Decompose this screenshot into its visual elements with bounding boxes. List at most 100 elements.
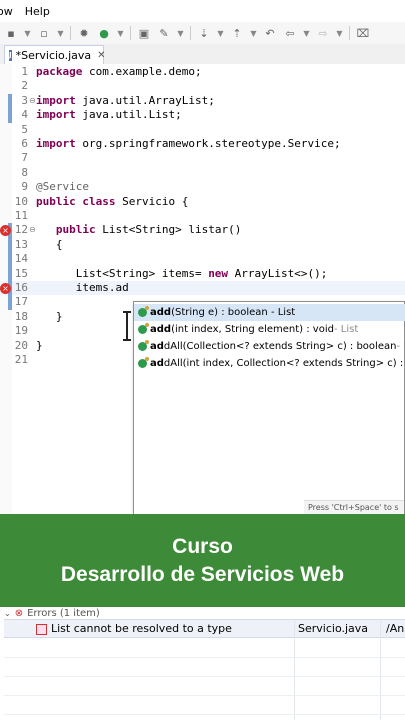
line-number: 5 [21,122,28,136]
line-number: 19 [14,324,28,338]
pin-editor-icon[interactable]: ⌧ [356,26,370,40]
menu-window[interactable]: ow [0,5,27,18]
chevron-down-icon[interactable]: ▼ [336,26,343,40]
code-line[interactable]: 8 [0,166,405,180]
keyword-token: public [55,223,96,237]
java-file-icon: J [9,49,12,61]
line-number: 1 [21,65,28,78]
keyword-token: import [36,93,76,107]
code-text: import java.util.ArrayList; [36,94,215,108]
tab-servicio-java[interactable]: J *Servicio.java ✕ [4,45,106,64]
code-text: @Service [36,180,89,194]
code-token: List<String> items= [36,266,209,280]
problem-resource: Servicio.java [298,622,369,635]
error-marker-icon[interactable]: × [0,224,11,236]
fold-toggle-icon[interactable]: ⊖ [29,96,36,105]
code-text: import org.springframework.stereotype.Se… [36,137,341,151]
code-line[interactable]: 2 [0,79,405,93]
menu-bar: ow Help [0,0,405,22]
code-editor[interactable]: 1 package com.example.demo; 2 3 import java.… [0,64,405,515]
next-annotation-icon[interactable]: ⇣ [197,26,211,40]
content-assist-item[interactable]: ad dAll(Collection<? extends String> c) :… [134,338,405,355]
print-icon[interactable]: ▫ [37,26,51,40]
chevron-down-icon[interactable]: ⌄ [4,609,11,618]
code-token: items.ad [36,281,129,294]
course-banner: Curso Desarrollo de Servicios Web [0,514,405,607]
line-number: 2 [21,79,28,93]
method-icon [138,357,149,368]
chevron-down-icon[interactable]: ▼ [57,26,64,40]
line-number: 8 [21,165,28,179]
last-edit-icon[interactable]: ↶ [263,26,277,40]
code-line[interactable]: 3 import java.util.ArrayList; [0,94,405,108]
code-line[interactable]: 15 List<String> items= new ArrayList<>()… [0,267,405,281]
back-icon[interactable]: ⇦ [283,26,297,40]
code-line[interactable]: 4 import java.util.List; [0,108,405,122]
keyword-token: import [36,108,76,122]
table-row [4,676,405,677]
code-text: List<String> items= new ArrayList<>(); [36,266,328,281]
text-cursor-icon [123,311,131,341]
table-row [4,714,405,715]
code-line[interactable]: 9 @Service [0,180,405,194]
problems-group-header[interactable]: ⌄ ⊗ Errors (1 item) [4,607,100,619]
table-row [4,695,405,696]
close-icon[interactable]: ✕ [97,50,105,61]
chevron-down-icon[interactable]: ▼ [250,26,257,40]
code-line[interactable]: 16 items.ad [0,281,405,296]
content-assist-item[interactable]: ad dAll(int index, Collection<? extends S… [134,355,405,372]
chevron-down-icon[interactable]: ▼ [217,26,224,40]
problem-description: List cannot be resolved to a type [36,620,232,639]
code-line[interactable]: 7 [0,151,405,165]
code-line[interactable]: 10 public class Servicio { [0,195,405,209]
code-line[interactable]: 5 [0,123,405,137]
chevron-down-icon[interactable]: ▼ [117,26,124,40]
debug-icon[interactable]: ✹ [77,26,91,40]
code-line[interactable]: 11 [0,209,405,223]
code-text: public class Servicio { [36,195,188,209]
banner-line-2: Desarrollo de Servicios Web [60,562,345,586]
code-text: public List<String> listar() [36,223,241,237]
keyword-token: import [36,137,76,150]
code-line[interactable]: 6 import org.springframework.stereotype.S… [0,137,405,151]
tab-title: *Servicio.java [15,48,92,62]
method-icon [138,306,149,317]
fold-toggle-icon[interactable]: ⊖ [29,225,36,234]
open-type-icon[interactable]: ▣ [137,26,151,40]
code-text: import java.util.List; [36,108,182,122]
run-icon[interactable]: ● [97,26,111,40]
save-icon[interactable]: ▪ [4,26,18,40]
declaring-type: - Li [396,341,405,352]
code-token: java.util.List; [75,108,182,122]
method-signature: dAll(int index, Collection<? extends Str… [163,358,405,369]
match-prefix: add [150,307,172,318]
forward-icon[interactable]: ⇨ [316,26,330,40]
column-divider [380,619,381,720]
code-line[interactable]: 13 { [0,238,405,252]
line-number: 18 [14,309,28,323]
keyword-token: package [36,65,83,78]
content-assist-popup: add (String e) : boolean - List add (int in… [133,301,405,515]
line-number: 6 [21,137,28,150]
code-text: package com.example.demo; [36,65,202,79]
banner-line-1: Curso [172,534,233,558]
chevron-down-icon[interactable]: ▼ [177,26,184,40]
match-prefix: add [150,324,172,335]
chevron-down-icon[interactable]: ▼ [303,26,310,40]
code-token: Servicio { [115,194,189,208]
content-assist-item[interactable]: add (int index, String element) : void - … [134,321,405,338]
code-line[interactable]: 14 [0,252,405,266]
previous-annotation-icon[interactable]: ⇡ [230,26,244,40]
code-token: com.example.demo; [82,65,202,78]
error-marker-icon[interactable]: × [0,282,11,294]
chevron-down-icon[interactable]: ▼ [24,26,31,40]
content-assist-item[interactable]: add (String e) : boolean - List [134,304,405,321]
line-number: 20 [14,338,28,352]
code-line[interactable]: 12 public List<String> listar() [0,223,405,237]
menu-help[interactable]: Help [25,5,64,18]
code-line[interactable]: 1 package com.example.demo; [0,65,405,79]
code-token: java.util.ArrayList; [75,93,215,107]
line-number: 3 [21,93,28,107]
problem-row[interactable]: List cannot be resolved to a type Servic… [4,619,405,638]
tools-icon[interactable]: ✎ [157,26,171,40]
